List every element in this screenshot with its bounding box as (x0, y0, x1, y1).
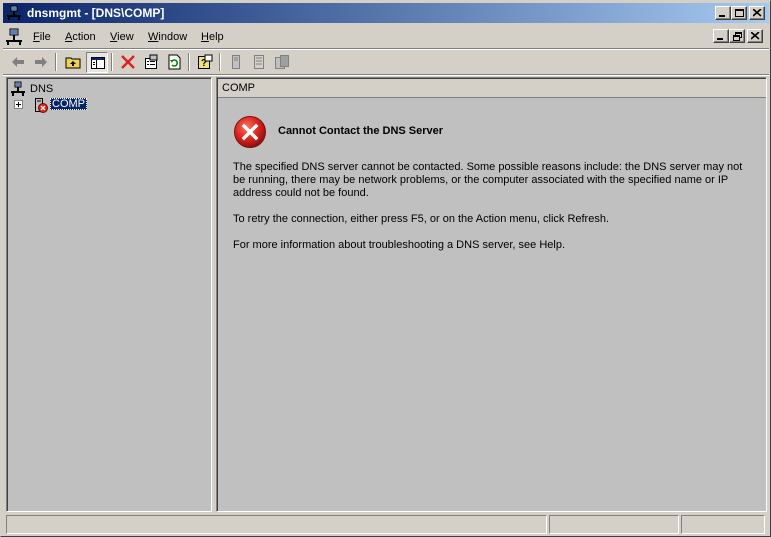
result-view: COMP Cannot Contact the DNS Server The s… (217, 78, 766, 511)
help-button[interactable]: ? (194, 52, 216, 73)
server-error-icon (32, 97, 48, 116)
error-title: Cannot Contact the DNS Server (278, 125, 444, 137)
menu-window[interactable]: Window (148, 31, 187, 43)
toolbar-separator (188, 53, 190, 71)
expand-icon[interactable] (14, 100, 23, 109)
help-icon: ? (198, 54, 213, 69)
server-button[interactable] (225, 52, 247, 73)
status-panel-main (6, 515, 547, 534)
toolbar-separator-line (3, 74, 769, 76)
status-bar (3, 515, 769, 535)
menu-view[interactable]: View (110, 31, 134, 43)
servers-icon (275, 55, 289, 69)
back-arrow-icon (12, 57, 24, 67)
maximize-button[interactable] (731, 6, 747, 20)
retry-instructions: To retry the connection, either press F5… (233, 213, 610, 225)
status-panel-2 (549, 515, 679, 534)
document-icon[interactable] (5, 28, 25, 46)
back-button[interactable] (7, 52, 29, 73)
tree-item-comp[interactable]: COMP (12, 97, 92, 113)
tree-item-label: DNS (30, 83, 54, 95)
status-panel-3 (681, 515, 765, 534)
minimize-button[interactable] (715, 6, 731, 20)
delete-button[interactable] (117, 52, 139, 73)
properties-button[interactable] (140, 52, 162, 73)
dns-app-icon[interactable] (6, 5, 22, 21)
menu-action[interactable]: Action (65, 31, 96, 43)
server-list-icon (254, 55, 264, 69)
show-hide-tree-icon (91, 57, 105, 69)
window-title: dnsmgmt - [DNS\COMP] (27, 6, 165, 20)
show-hide-console-tree-button[interactable] (86, 52, 108, 73)
server-icon (232, 55, 240, 69)
maximize-icon (735, 9, 744, 17)
result-pane: COMP Cannot Contact the DNS Server The s… (216, 77, 767, 512)
forward-arrow-icon (35, 57, 47, 67)
servers-button[interactable] (271, 52, 293, 73)
menu-bar: File Action View Window Help (3, 26, 769, 48)
title-bar[interactable]: dnsmgmt - [DNS\COMP] (3, 3, 769, 23)
app-window: dnsmgmt - [DNS\COMP] File Action View Wi… (0, 0, 771, 537)
up-one-level-button[interactable] (62, 52, 84, 73)
child-restore-button[interactable] (729, 29, 745, 43)
menu-help[interactable]: Help (201, 31, 224, 43)
close-icon (751, 32, 760, 40)
up-folder-icon (65, 57, 81, 69)
toolbar: ? (3, 50, 769, 74)
console-tree-pane[interactable]: DNS COMP (6, 77, 212, 512)
result-header-title: COMP (222, 82, 255, 94)
restore-icon (733, 32, 742, 41)
delete-icon (121, 55, 135, 69)
console-tree[interactable]: DNS COMP (7, 78, 211, 511)
child-close-button[interactable] (747, 29, 763, 43)
minimize-icon (719, 15, 725, 17)
result-header: COMP (218, 79, 766, 98)
close-icon (753, 9, 762, 17)
server-list-button[interactable] (248, 52, 270, 73)
error-icon (233, 115, 267, 149)
toolbar-separator (111, 53, 113, 71)
properties-icon (145, 54, 158, 69)
child-minimize-button[interactable] (713, 29, 729, 43)
toolbar-separator (219, 53, 221, 71)
error-description: The specified DNS server cannot be conta… (233, 161, 743, 199)
tree-item-label: COMP (50, 98, 87, 110)
menu-file[interactable]: File (33, 31, 51, 43)
forward-button[interactable] (30, 52, 52, 73)
toolbar-separator (55, 53, 57, 71)
close-button[interactable] (749, 6, 765, 20)
refresh-icon (168, 54, 181, 70)
help-instructions: For more information about troubleshooti… (233, 239, 565, 251)
refresh-button[interactable] (163, 52, 185, 73)
minimize-icon (717, 38, 723, 40)
